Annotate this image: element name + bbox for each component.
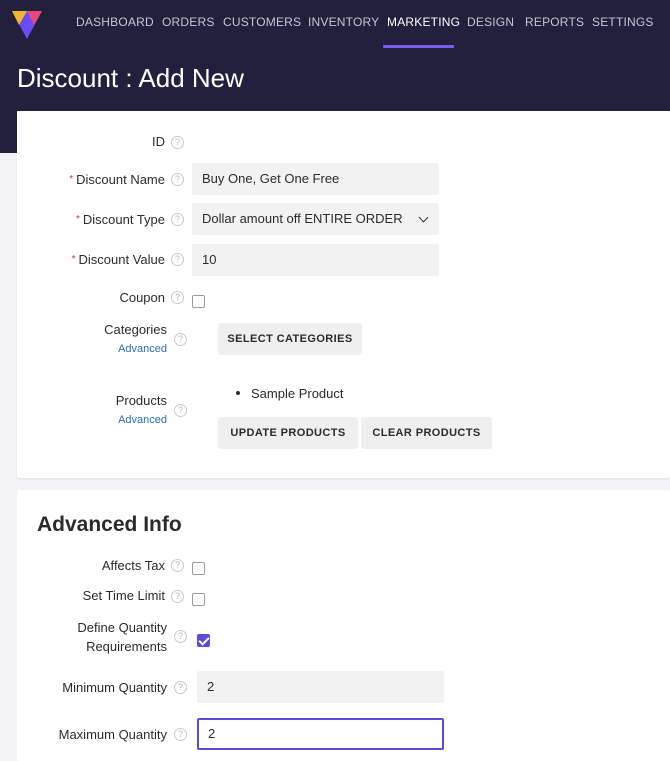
coupon-checkbox[interactable] bbox=[192, 295, 205, 308]
set-time-limit-label: Set Time Limit bbox=[82, 588, 165, 603]
required-marker: * bbox=[75, 214, 80, 225]
nav-design[interactable]: DESIGN bbox=[467, 15, 514, 29]
discount-value-label-text: Discount Value bbox=[78, 252, 165, 267]
nav-dashboard[interactable]: DASHBOARD bbox=[76, 15, 154, 29]
coupon-help-icon[interactable]: ? bbox=[171, 291, 184, 304]
discount-type-label: * Discount Type bbox=[76, 212, 165, 230]
products-help-icon[interactable]: ? bbox=[174, 404, 187, 417]
products-label: Products bbox=[115, 393, 167, 408]
page-title: Discount : Add New bbox=[17, 63, 244, 93]
categories-advanced-link[interactable]: Advanced bbox=[118, 343, 167, 355]
categories-help-icon[interactable]: ? bbox=[174, 333, 187, 346]
discount-value-label: * Discount Value bbox=[72, 252, 165, 270]
set-time-limit-help-icon[interactable]: ? bbox=[171, 590, 184, 603]
nav-inventory[interactable]: INVENTORY bbox=[308, 15, 379, 29]
product-list-item: Sample Product bbox=[236, 386, 344, 401]
header-strip bbox=[0, 111, 17, 153]
discount-name-label: * Discount Name bbox=[69, 172, 165, 190]
minimum-quantity-input[interactable]: 2 bbox=[197, 671, 444, 703]
coupon-label: Coupon bbox=[119, 290, 165, 305]
discount-type-label-text: Discount Type bbox=[82, 212, 165, 227]
main-nav: DASHBOARD ORDERS CUSTOMERS INVENTORY MAR… bbox=[0, 0, 670, 48]
discount-value-input[interactable]: 10 bbox=[192, 244, 439, 276]
affects-tax-help-icon[interactable]: ? bbox=[171, 559, 184, 572]
nav-orders[interactable]: ORDERS bbox=[162, 15, 215, 29]
affects-tax-label: Affects Tax bbox=[101, 558, 165, 573]
maximum-quantity-input[interactable]: 2 bbox=[197, 718, 444, 750]
define-quantity-label-line1: Define Quantity bbox=[77, 620, 167, 635]
top-bar: DASHBOARD ORDERS CUSTOMERS INVENTORY MAR… bbox=[0, 0, 670, 111]
maximum-quantity-help-icon[interactable]: ? bbox=[174, 728, 187, 741]
chevron-down-icon bbox=[418, 212, 429, 223]
affects-tax-checkbox[interactable] bbox=[192, 562, 205, 575]
products-advanced-link[interactable]: Advanced bbox=[118, 414, 167, 426]
discount-name-input[interactable]: Buy One, Get One Free bbox=[192, 163, 439, 195]
active-nav-indicator bbox=[383, 45, 454, 48]
id-help-icon[interactable]: ? bbox=[171, 136, 184, 149]
update-products-button[interactable]: UPDATE PRODUCTS bbox=[218, 417, 358, 449]
clear-products-button[interactable]: CLEAR PRODUCTS bbox=[361, 417, 492, 449]
discount-type-select[interactable]: Dollar amount off ENTIRE ORDER bbox=[192, 203, 439, 235]
discount-type-help-icon[interactable]: ? bbox=[171, 213, 184, 226]
minimum-quantity-label: Minimum Quantity bbox=[62, 680, 167, 695]
nav-customers[interactable]: CUSTOMERS bbox=[223, 15, 301, 29]
define-quantity-label-line2: Requirements bbox=[86, 639, 167, 654]
advanced-info-title: Advanced Info bbox=[37, 513, 182, 536]
maximum-quantity-label: Maximum Quantity bbox=[58, 727, 167, 742]
id-label: ID bbox=[152, 134, 165, 149]
discount-type-selected: Dollar amount off ENTIRE ORDER bbox=[202, 211, 403, 226]
categories-label: Categories bbox=[104, 322, 167, 337]
define-quantity-help-icon[interactable]: ? bbox=[174, 630, 187, 643]
nav-reports[interactable]: REPORTS bbox=[525, 15, 584, 29]
discount-name-label-text: Discount Name bbox=[76, 172, 165, 187]
discount-value-help-icon[interactable]: ? bbox=[171, 253, 184, 266]
minimum-quantity-help-icon[interactable]: ? bbox=[174, 681, 187, 694]
nav-marketing[interactable]: MARKETING bbox=[387, 15, 460, 29]
required-marker: * bbox=[71, 254, 76, 265]
define-quantity-checkbox[interactable] bbox=[197, 634, 210, 647]
select-categories-button[interactable]: SELECT CATEGORIES bbox=[218, 323, 362, 355]
required-marker: * bbox=[69, 174, 74, 185]
discount-name-help-icon[interactable]: ? bbox=[171, 173, 184, 186]
nav-settings[interactable]: SETTINGS bbox=[592, 15, 654, 29]
set-time-limit-checkbox[interactable] bbox=[192, 593, 205, 606]
